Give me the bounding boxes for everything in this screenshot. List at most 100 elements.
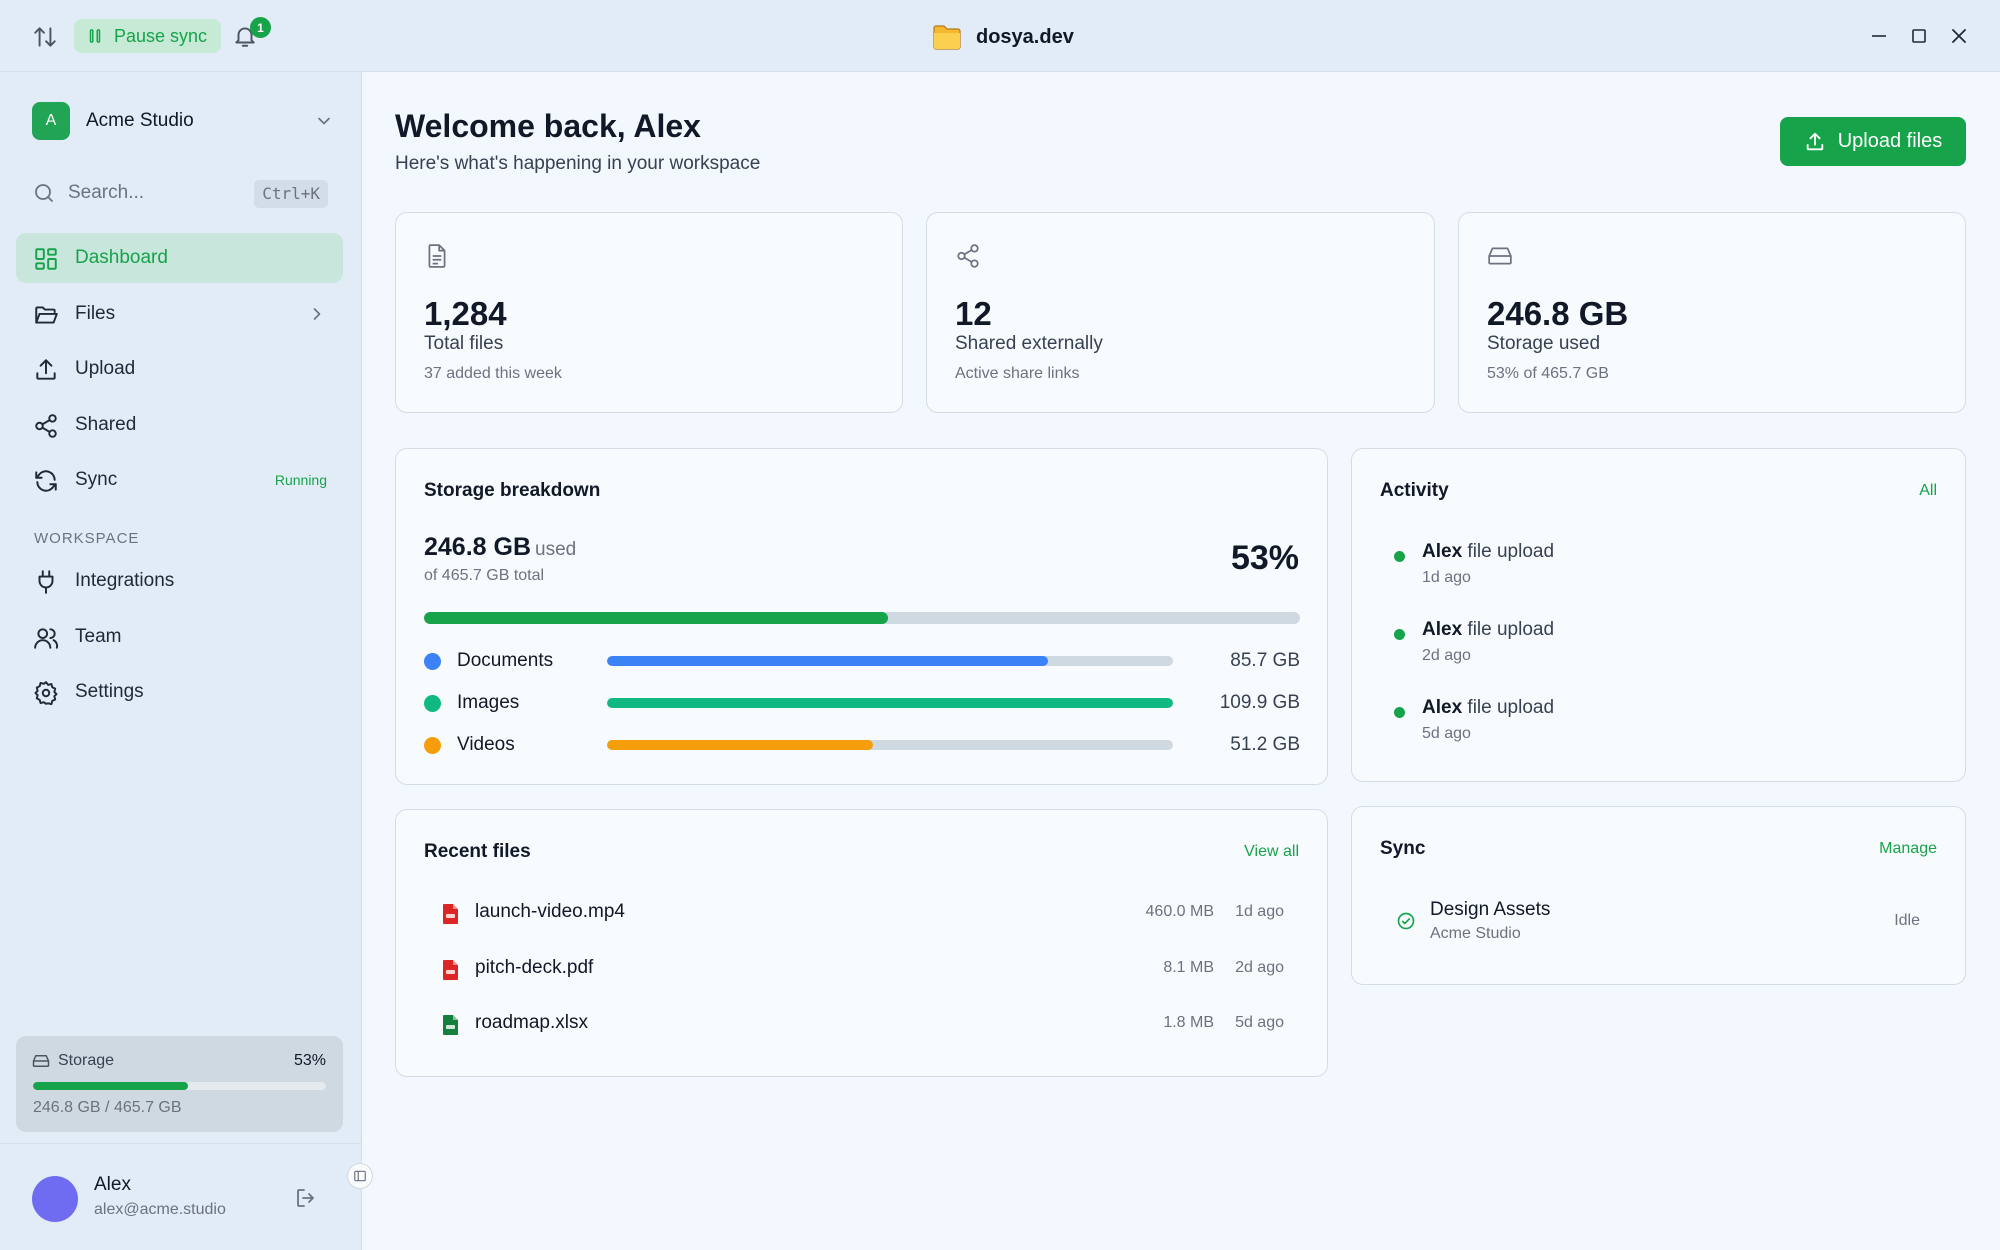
upload-icon bbox=[33, 357, 59, 383]
activity-dot bbox=[1394, 551, 1405, 562]
search-input[interactable]: Search... Ctrl+K bbox=[32, 176, 328, 210]
category-row-documents: Documents 85.7 GB bbox=[424, 648, 1300, 674]
storage-breakdown-card: Storage breakdown 246.8 GB used of 465.7 … bbox=[395, 448, 1328, 785]
minimize-icon[interactable] bbox=[1867, 24, 1891, 48]
pdf-file-icon bbox=[442, 959, 460, 981]
category-bar bbox=[607, 740, 1173, 750]
activity-time: 2d ago bbox=[1422, 647, 1471, 664]
stat-card-storage: 246.8 GB Storage used 53% of 465.7 GB bbox=[1458, 212, 1966, 413]
folder-icon bbox=[932, 23, 962, 51]
category-name: Images bbox=[457, 692, 520, 713]
video-file-icon bbox=[442, 903, 460, 925]
manage-sync-link[interactable]: Manage bbox=[1879, 840, 1937, 858]
section-label-workspace: WORKSPACE bbox=[34, 530, 140, 547]
stat-value: 1,284 bbox=[424, 295, 507, 332]
category-dot bbox=[424, 695, 441, 712]
sidebar-item-team[interactable]: Team bbox=[16, 612, 343, 662]
app-title: dosya.dev bbox=[932, 20, 1074, 54]
sidebar-item-label: Sync bbox=[75, 469, 118, 490]
workspace-name: Acme Studio bbox=[86, 110, 194, 131]
sidebar-item-shared[interactable]: Shared bbox=[16, 400, 343, 450]
view-all-link[interactable]: View all bbox=[1244, 843, 1299, 861]
logout-icon[interactable] bbox=[294, 1186, 318, 1210]
list-item[interactable]: Alex file upload 2d ago bbox=[1394, 619, 1794, 669]
category-dot bbox=[424, 737, 441, 754]
user-email: alex@acme.studio bbox=[94, 1201, 226, 1218]
sidebar-item-label: Integrations bbox=[75, 570, 175, 591]
sync-card: Sync Manage Design Assets Acme Studio Id… bbox=[1351, 806, 1966, 985]
category-size: 85.7 GB bbox=[1230, 650, 1300, 671]
activity-time: 1d ago bbox=[1422, 569, 1471, 586]
activity-user: Alex bbox=[1422, 697, 1463, 718]
sync-status-badge: Running bbox=[274, 472, 327, 488]
workspace-avatar: A bbox=[32, 102, 70, 140]
sort-arrows-icon[interactable] bbox=[32, 24, 58, 50]
table-row[interactable]: pitch-deck.pdf 8.1 MB 2d ago bbox=[442, 955, 1284, 985]
file-size: 460.0 MB bbox=[1145, 903, 1214, 920]
category-bar-fill bbox=[607, 740, 874, 750]
chevron-down-icon bbox=[314, 111, 334, 131]
plug-icon bbox=[33, 569, 59, 595]
table-row[interactable]: launch-video.mp4 460.0 MB 1d ago bbox=[442, 899, 1284, 929]
activity-user: Alex bbox=[1422, 541, 1463, 562]
activity-dot bbox=[1394, 707, 1405, 718]
check-circle-icon bbox=[1396, 911, 1416, 931]
collapse-sidebar-button[interactable] bbox=[347, 1163, 373, 1189]
refresh-icon bbox=[33, 468, 59, 494]
activity-text: Alex file upload bbox=[1422, 619, 1554, 641]
user-name: Alex bbox=[94, 1174, 131, 1195]
file-time: 1d ago bbox=[1235, 903, 1284, 920]
avatar[interactable] bbox=[32, 1176, 78, 1222]
recent-files-card: Recent files View all launch-video.mp4 4… bbox=[395, 809, 1328, 1077]
sync-status: Idle bbox=[1894, 912, 1920, 929]
stat-label: Storage used bbox=[1487, 333, 1601, 354]
workspace-switcher[interactable]: A Acme Studio bbox=[32, 100, 334, 142]
sidebar-item-label: Shared bbox=[75, 414, 137, 435]
category-row-videos: Videos 51.2 GB bbox=[424, 732, 1300, 758]
list-item[interactable]: Alex file upload 1d ago bbox=[1394, 541, 1794, 591]
maximize-icon[interactable] bbox=[1907, 24, 1931, 48]
sidebar-item-files[interactable]: Files bbox=[16, 289, 343, 339]
category-row-images: Images 109.9 GB bbox=[424, 690, 1300, 716]
share-icon bbox=[33, 413, 59, 439]
list-item[interactable]: Alex file upload 5d ago bbox=[1394, 697, 1794, 747]
notification-badge: 1 bbox=[250, 17, 271, 38]
upload-icon bbox=[1804, 131, 1826, 153]
activity-all-link[interactable]: All bbox=[1919, 482, 1937, 500]
sidebar: A Acme Studio Search... Ctrl+K Dashboard… bbox=[0, 72, 362, 1250]
close-icon[interactable] bbox=[1947, 24, 1971, 48]
upload-files-button[interactable]: Upload files bbox=[1780, 117, 1966, 166]
storage-total: of 465.7 GB total bbox=[424, 567, 545, 584]
file-name: roadmap.xlsx bbox=[475, 1012, 588, 1033]
pause-sync-label: Pause sync bbox=[114, 25, 208, 46]
activity-text: Alex file upload bbox=[1422, 541, 1554, 563]
card-title: Storage breakdown bbox=[424, 480, 601, 501]
storage-progress bbox=[424, 612, 1300, 624]
file-size: 1.8 MB bbox=[1163, 1014, 1214, 1031]
page-title: Welcome back, Alex bbox=[395, 108, 701, 144]
sidebar-toggle-icon bbox=[353, 1169, 367, 1183]
sync-folder-workspace: Acme Studio bbox=[1430, 925, 1521, 942]
stat-value: 246.8 GB bbox=[1487, 295, 1629, 332]
sidebar-item-upload[interactable]: Upload bbox=[16, 344, 343, 394]
storage-progress bbox=[33, 1082, 326, 1090]
title-bar: Pause sync 1 dosya.dev bbox=[0, 0, 2000, 72]
stat-value: 12 bbox=[955, 295, 992, 332]
table-row[interactable]: roadmap.xlsx 1.8 MB 5d ago bbox=[442, 1010, 1284, 1040]
sync-folder-name[interactable]: Design Assets bbox=[1430, 899, 1550, 921]
storage-used-value: 246.8 GB bbox=[424, 533, 532, 561]
category-bar-fill bbox=[607, 698, 1173, 708]
sidebar-item-settings[interactable]: Settings bbox=[16, 667, 343, 717]
activity-user: Alex bbox=[1422, 619, 1463, 640]
storage-progress-fill bbox=[424, 612, 889, 624]
sidebar-item-sync[interactable]: Sync Running bbox=[16, 455, 343, 505]
category-size: 51.2 GB bbox=[1230, 734, 1300, 755]
stat-subtext: 53% of 465.7 GB bbox=[1487, 365, 1609, 382]
chevron-right-icon bbox=[307, 304, 327, 324]
pause-sync-button[interactable]: Pause sync bbox=[74, 19, 222, 53]
file-name: launch-video.mp4 bbox=[475, 901, 625, 922]
sidebar-item-integrations[interactable]: Integrations bbox=[16, 556, 343, 606]
sidebar-item-dashboard[interactable]: Dashboard bbox=[16, 233, 343, 283]
category-bar-fill bbox=[607, 656, 1049, 666]
storage-progress-fill bbox=[33, 1082, 189, 1090]
